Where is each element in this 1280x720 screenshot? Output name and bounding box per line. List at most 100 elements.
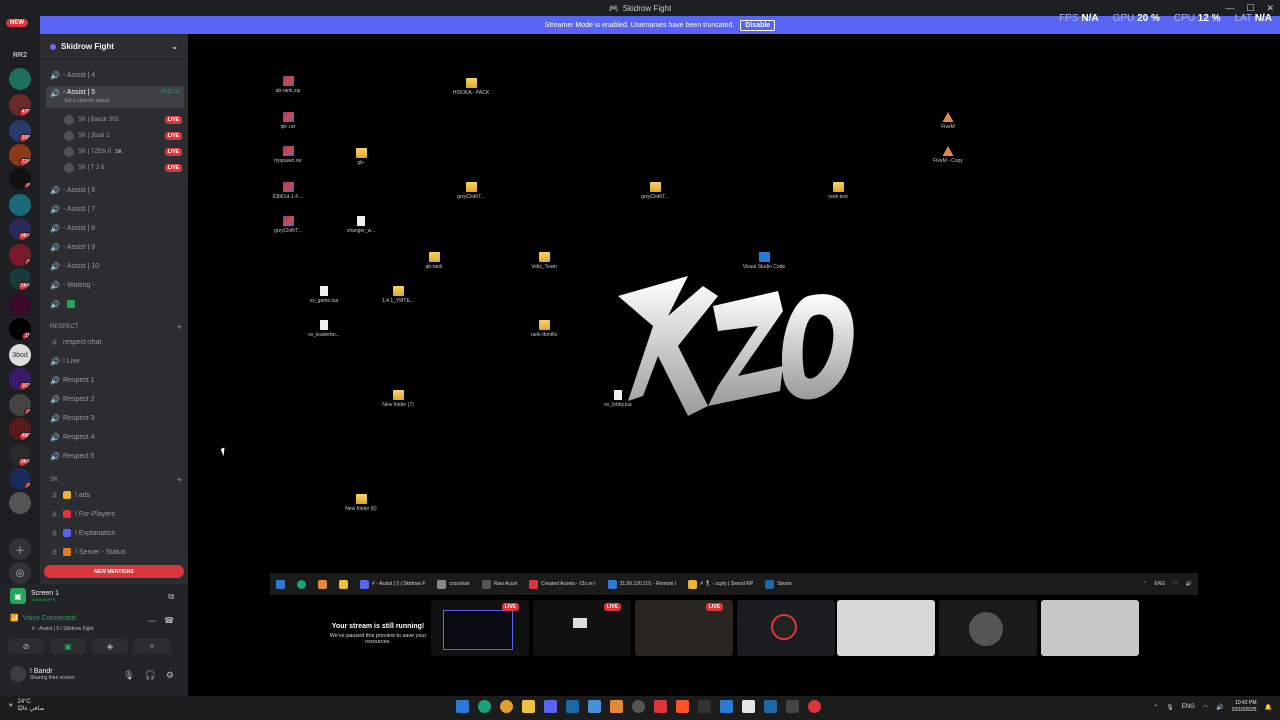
server-icon[interactable]: [9, 294, 31, 316]
desktop-icon[interactable]: Velix_Team: [517, 252, 571, 270]
gear-icon[interactable]: ⚙: [166, 670, 174, 681]
steam-icon[interactable]: [566, 700, 579, 713]
voice-channel[interactable]: 🔊 - Assist | 4: [46, 67, 184, 83]
brave-icon[interactable]: [676, 700, 689, 713]
close-button[interactable]: ✕: [1266, 3, 1274, 14]
plus-icon[interactable]: +: [177, 322, 182, 332]
text-channel[interactable]: # ! Explanation: [46, 525, 184, 541]
minimize-button[interactable]: —: [1225, 3, 1234, 13]
notification-icon[interactable]: 🔔: [1265, 704, 1272, 711]
desktop-icon[interactable]: grzyClothT...: [261, 216, 315, 234]
taskbar-window[interactable]: # 🎖 - zcply | Sword RP: [688, 579, 753, 589]
lang-indicator[interactable]: ENG: [1182, 704, 1195, 710]
desktop-icon[interactable]: sv_game.lua: [297, 286, 351, 304]
server-icon[interactable]: 103: [9, 368, 31, 390]
app-icon[interactable]: [698, 700, 711, 713]
text-channel[interactable]: # ! For-Players: [46, 506, 184, 522]
app-icon[interactable]: [654, 700, 667, 713]
crosshair-icon[interactable]: [632, 700, 645, 713]
new-mentions-button[interactable]: NEW MENTIONS: [44, 565, 184, 578]
chevron-up-icon[interactable]: ⌃: [1142, 581, 1146, 587]
voice-channel[interactable]: 🔊! Live: [46, 353, 184, 369]
chevron-up-icon[interactable]: ⌃: [1153, 704, 1158, 711]
taskbar-window[interactable]: Raw Accel: [481, 579, 517, 589]
stream-preview-5[interactable]: [837, 600, 935, 656]
screen-share-button[interactable]: ▣: [50, 638, 86, 654]
edge-icon[interactable]: [297, 579, 306, 589]
desktop-icon[interactable]: 63b61d-1.4....: [261, 182, 315, 200]
text-channel[interactable]: # ! ads: [46, 487, 184, 503]
noise-suppression-icon[interactable]: 〰: [148, 616, 156, 627]
stream-preview-row[interactable]: ▣ Screen 1 1440p 60FPS: [10, 588, 59, 604]
voice-channel[interactable]: 🔊 Respect 4: [46, 429, 184, 445]
desktop-icon[interactable]: New folder (7): [371, 390, 425, 408]
server-icon[interactable]: [9, 194, 31, 216]
desktop-icon[interactable]: rank-test: [811, 182, 865, 200]
microphone-icon[interactable]: 🎙: [1166, 704, 1174, 711]
desktop-icon[interactable]: grzyClothT...: [628, 182, 682, 200]
server-icon[interactable]: 1: [9, 244, 31, 266]
edge-icon[interactable]: [478, 700, 491, 713]
taskbar-window[interactable]: Steam: [765, 579, 792, 589]
voice-channel[interactable]: 🔊 - Assist | 8: [46, 220, 184, 236]
desktop-icon[interactable]: qb-rank: [407, 252, 461, 270]
text-channel[interactable]: # ! Server - Status: [46, 544, 184, 560]
shared-lang[interactable]: ENG: [1155, 581, 1166, 587]
server-icon[interactable]: [9, 68, 31, 90]
app-icon[interactable]: [588, 700, 601, 713]
discord-icon[interactable]: [544, 700, 557, 713]
stream-preview-6[interactable]: [939, 600, 1037, 656]
server-icon[interactable]: RR2: [9, 44, 31, 66]
voice-channel[interactable]: 🔊 Respect 3: [46, 410, 184, 426]
desktop-icon[interactable]: 1.4.1_YMTE...: [371, 286, 425, 304]
channel-status[interactable]: Set a channel status: [64, 98, 109, 104]
explorer-icon[interactable]: [522, 700, 535, 713]
category-respect[interactable]: RESPECT +: [50, 321, 182, 333]
taskbar-window[interactable]: 31.56.120.101 - Remote I: [607, 579, 676, 589]
fivem-icon[interactable]: [318, 579, 327, 589]
disconnect-icon[interactable]: ☎: [164, 616, 174, 627]
voice-channel[interactable]: 🔊 Respect 2: [46, 391, 184, 407]
stream-preview-4[interactable]: [737, 600, 835, 656]
voice-channel[interactable]: 🔊 - Waiting -: [46, 277, 184, 293]
voice-channel[interactable]: 🔊 - Assist | 7: [46, 201, 184, 217]
explorer-icon[interactable]: [339, 579, 348, 589]
explore-icon[interactable]: ◎: [9, 562, 31, 584]
desktop-icon[interactable]: FiveM: [921, 112, 975, 130]
server-icon[interactable]: 4: [9, 168, 31, 190]
user-info[interactable]: ! Bandr Sharing their screen: [10, 666, 75, 682]
desktop-icon[interactable]: FiveM - Copy: [921, 146, 975, 164]
desktop-icon[interactable]: grzyClothT...: [444, 182, 498, 200]
server-icon[interactable]: 724: [9, 144, 31, 166]
voice-channel[interactable]: 🔊: [46, 296, 184, 312]
desktop-icon[interactable]: sv_leaderbo...: [297, 320, 351, 338]
start-icon[interactable]: [456, 700, 469, 713]
server-icon[interactable]: 11: [9, 318, 31, 340]
activity-button[interactable]: ◈: [92, 638, 128, 654]
stream-preview-2[interactable]: LIVE: [533, 600, 631, 656]
taskbar-window[interactable]: # - Assist | 5 | Skidrow F: [360, 579, 425, 589]
voice-channel[interactable]: 🔊 - Assist | 10: [46, 258, 184, 274]
desktop-icon[interactable]: qb-.rar: [261, 112, 315, 130]
desktop-icon[interactable]: Visual Studio Code: [737, 252, 791, 270]
desktop-icon[interactable]: qb-: [334, 148, 388, 166]
steam-icon[interactable]: [764, 700, 777, 713]
volume-icon[interactable]: 🔊: [1186, 581, 1192, 587]
voice-channel[interactable]: 🔊 Respect 5: [46, 448, 184, 464]
stream-preview-7[interactable]: [1041, 600, 1139, 656]
voice-user[interactable]: SK | 3bod 2 LIVE: [64, 129, 182, 143]
desktop-icon[interactable]: HISOKA - PACK: [444, 78, 498, 96]
server-icon[interactable]: 470: [9, 94, 31, 116]
server-icon[interactable]: 4K+: [9, 218, 31, 240]
voice-user[interactable]: SK | T 3 6 LIVE: [64, 161, 182, 175]
app-icon[interactable]: [742, 700, 755, 713]
desktop-icon[interactable]: New folder (6): [334, 494, 388, 512]
app-icon[interactable]: [808, 700, 821, 713]
wifi-icon[interactable]: ◠: [1203, 704, 1208, 711]
fivem-icon[interactable]: [610, 700, 623, 713]
server-header[interactable]: Skidrow Fight ⌄: [40, 34, 188, 60]
server-icon[interactable]: 480: [9, 418, 31, 440]
app-icon[interactable]: [786, 700, 799, 713]
maximize-button[interactable]: ☐: [1246, 3, 1254, 14]
camera-button[interactable]: ⊘: [8, 638, 44, 654]
